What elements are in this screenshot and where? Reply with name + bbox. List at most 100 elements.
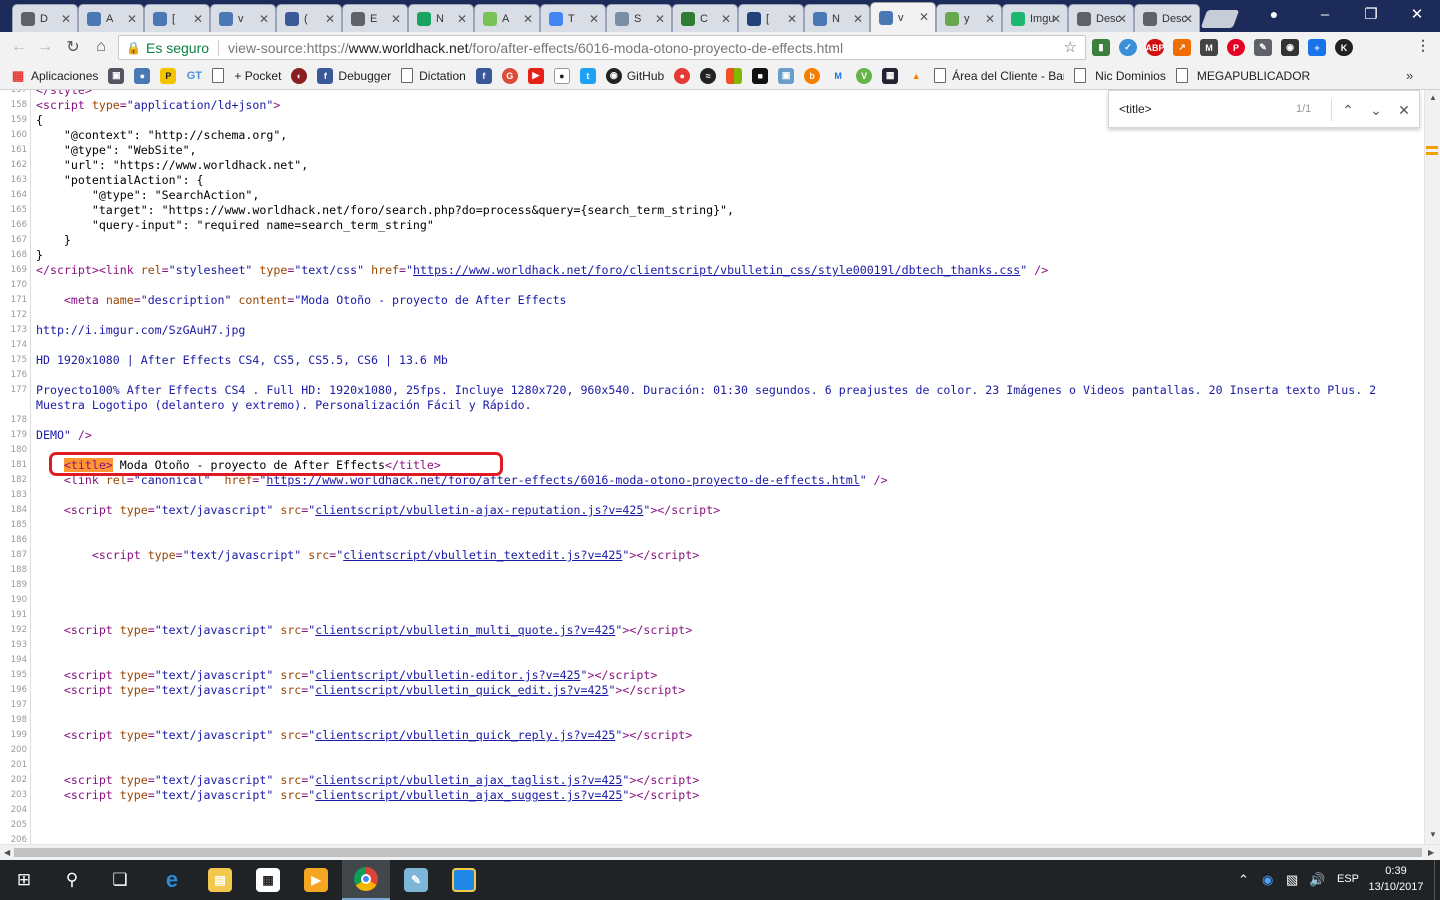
back-button[interactable]: ← xyxy=(8,36,30,58)
chart-extension-icon[interactable]: ▮ xyxy=(1092,39,1110,56)
source-link[interactable]: clientscript/vbulletin-editor.js?v=425 xyxy=(315,668,580,682)
reload-button[interactable]: ↻ xyxy=(62,36,84,58)
source-link[interactable]: clientscript/vbulletin_multi_quote.js?v=… xyxy=(315,623,615,637)
tab-close-icon[interactable]: ✕ xyxy=(655,12,665,26)
tab-close-icon[interactable]: ✕ xyxy=(1117,12,1127,26)
tab-close-icon[interactable]: ✕ xyxy=(1051,12,1061,26)
browser-tab[interactable]: Desc ✕ xyxy=(1068,4,1134,32)
browser-tab[interactable]: (✕ xyxy=(276,4,342,32)
forward-button[interactable]: → xyxy=(34,36,56,58)
tab-close-icon[interactable]: ✕ xyxy=(193,12,203,26)
bookmark-gplus[interactable]: G xyxy=(501,67,518,84)
adblock-plus-icon[interactable]: ABP xyxy=(1146,39,1165,56)
bookmark-gt[interactable]: GT xyxy=(186,68,202,84)
bookmark-area-cliente[interactable]: Área del Cliente - Bar xyxy=(934,68,1064,83)
check-extension-icon[interactable]: ✓ xyxy=(1119,39,1137,56)
pinterest-icon[interactable]: P xyxy=(1227,39,1245,56)
clock[interactable]: 0:39 13/10/2017 xyxy=(1368,863,1424,895)
tab-close-icon[interactable]: ✕ xyxy=(391,12,401,26)
profile-icon[interactable]: ● xyxy=(1264,4,1284,24)
bookmark-pokeball[interactable]: ● xyxy=(674,67,691,84)
find-previous-button[interactable]: ⌃ xyxy=(1337,99,1359,121)
taskbar-explorer[interactable]: ▤ xyxy=(196,860,244,900)
tray-expand-icon[interactable]: ⌃ xyxy=(1238,872,1249,888)
tab-close-icon[interactable]: ✕ xyxy=(127,12,137,26)
bookmarks-overflow-icon[interactable]: » xyxy=(1406,68,1413,83)
browser-tab[interactable]: Imgu ✕ xyxy=(1002,4,1068,32)
start-button[interactable]: ⊞ xyxy=(0,860,48,900)
find-close-button[interactable]: ✕ xyxy=(1393,99,1415,121)
taskbar-app[interactable] xyxy=(440,860,488,900)
graph-extension-icon[interactable]: ↗ xyxy=(1173,39,1191,56)
bookmark-green-square[interactable]: ■ xyxy=(752,67,769,84)
source-link[interactable]: clientscript/vbulletin_ajax_suggest.js?v… xyxy=(315,788,622,802)
browser-tab[interactable]: v ✕ xyxy=(870,2,936,32)
tab-close-icon[interactable]: ✕ xyxy=(457,12,467,26)
bookmark-debugger[interactable]: ◐ xyxy=(291,67,308,84)
owl-extension-icon[interactable]: ◉ xyxy=(1281,39,1299,56)
bookmark-dark[interactable]: ▦ xyxy=(882,67,899,84)
tab-close-icon[interactable]: ✕ xyxy=(985,12,995,26)
taskbar-media[interactable]: ▶ xyxy=(292,860,340,900)
browser-tab[interactable]: [✕ xyxy=(738,4,804,32)
bookmark-twitter[interactable]: t xyxy=(579,67,596,84)
browser-tab[interactable]: S ✕ xyxy=(606,4,672,32)
volume-icon[interactable]: 🔊 xyxy=(1309,872,1325,888)
show-desktop-button[interactable] xyxy=(1434,860,1435,900)
scroll-down-arrow-icon[interactable]: ▼ xyxy=(1429,830,1437,839)
bookmark-fb[interactable]: f xyxy=(475,67,492,84)
gmail-extension-icon[interactable]: M xyxy=(1200,39,1218,56)
bookmark-spotify[interactable]: ≈ xyxy=(700,67,717,84)
bookmark-github[interactable]: ◉ GitHub xyxy=(605,67,664,84)
find-input[interactable]: <title> xyxy=(1119,102,1152,116)
browser-tab[interactable]: v ✕ xyxy=(210,4,276,32)
browser-tab[interactable]: [✕ xyxy=(144,4,210,32)
browser-tab[interactable]: A ✕ xyxy=(78,4,144,32)
browser-tab[interactable]: C ✕ xyxy=(672,4,738,32)
bookmark-facebook-debugger[interactable]: f Debugger xyxy=(317,67,391,84)
source-link[interactable]: https://www.worldhack.net/foro/clientscr… xyxy=(413,263,1020,277)
bookmark-photo2[interactable]: ▣ xyxy=(778,67,795,84)
k-extension-icon[interactable]: K xyxy=(1335,39,1353,56)
address-bar[interactable]: 🔒 Es seguro view-source: https://www.worl… xyxy=(118,35,1086,60)
bookmark-blogger[interactable]: b xyxy=(804,67,821,84)
source-link[interactable]: clientscript/vbulletin_quick_edit.js?v=4… xyxy=(315,683,608,697)
browser-tab[interactable]: T ✕ xyxy=(540,4,606,32)
network-icon[interactable]: ▧ xyxy=(1286,872,1298,888)
browser-tab[interactable]: E ✕ xyxy=(342,4,408,32)
tray-sync-icon[interactable]: ◉ xyxy=(1262,872,1273,888)
tab-close-icon[interactable]: ✕ xyxy=(787,12,797,26)
bookmark-vine[interactable]: V xyxy=(856,67,873,84)
bookmark-star-icon[interactable]: ☆ xyxy=(1064,38,1077,56)
tab-close-icon[interactable]: ✕ xyxy=(325,12,335,26)
search-icon[interactable]: ⚲ xyxy=(48,860,96,900)
vertical-scrollbar[interactable]: ▲ ▼ xyxy=(1424,90,1440,844)
tab-close-icon[interactable]: ✕ xyxy=(61,12,71,26)
tab-close-icon[interactable]: ✕ xyxy=(259,12,269,26)
bookmark-nic[interactable]: Nic Dominios xyxy=(1074,68,1166,83)
minimize-button[interactable]: – xyxy=(1302,0,1348,28)
tab-close-icon[interactable]: ✕ xyxy=(523,12,533,26)
scroll-up-arrow-icon[interactable]: ▲ xyxy=(1429,93,1437,102)
bookmark-pocket[interactable]: + Pocket xyxy=(234,69,281,83)
home-button[interactable]: ⌂ xyxy=(90,36,112,58)
bookmark-panda[interactable]: ● xyxy=(553,67,570,84)
bookmark-doc[interactable] xyxy=(212,68,225,83)
plus-extension-icon[interactable]: + xyxy=(1308,39,1326,56)
source-link[interactable]: clientscript/vbulletin-ajax-reputation.j… xyxy=(315,503,643,517)
horizontal-scroll-thumb[interactable] xyxy=(14,848,1422,857)
taskbar-chrome[interactable] xyxy=(342,860,390,900)
source-link[interactable]: clientscript/vbulletin_quick_reply.js?v=… xyxy=(315,728,615,742)
horizontal-scrollbar[interactable]: ◀ ▶ xyxy=(0,844,1440,860)
tab-close-icon[interactable]: ✕ xyxy=(919,10,929,24)
bookmark-dictation[interactable]: Dictation xyxy=(401,68,466,83)
taskbar-edge[interactable]: e xyxy=(148,860,196,900)
new-tab-button[interactable] xyxy=(1200,10,1240,28)
task-view-icon[interactable]: ❏ xyxy=(96,860,144,900)
bookmark-youtube[interactable]: ▶ xyxy=(527,67,544,84)
browser-tab[interactable]: A ✕ xyxy=(474,4,540,32)
taskbar-paint[interactable]: ✎ xyxy=(392,860,440,900)
browser-tab[interactable]: N ✕ xyxy=(804,4,870,32)
source-link[interactable]: clientscript/vbulletin_ajax_taglist.js?v… xyxy=(315,773,622,787)
tab-close-icon[interactable]: ✕ xyxy=(589,12,599,26)
